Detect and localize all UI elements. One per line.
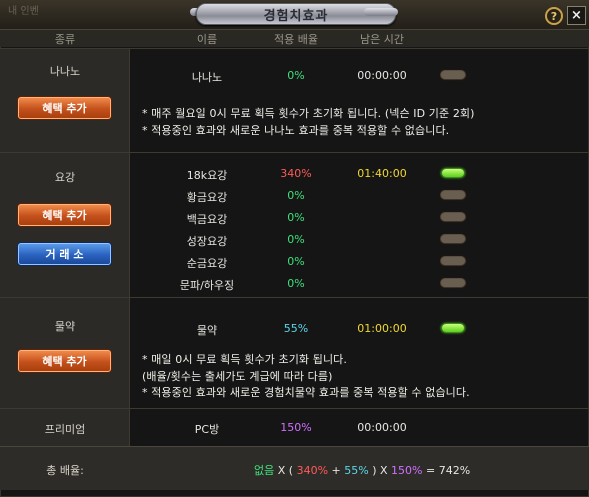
yogang-toggle-growth[interactable]	[439, 233, 467, 245]
close-button[interactable]: ×	[567, 6, 586, 25]
premium-item-time: 00:00:00	[357, 421, 407, 434]
yogang-item-name: 황금요강	[186, 191, 228, 204]
header-time: 남은 시간	[360, 33, 404, 46]
total-op-x2: ) X	[368, 464, 392, 477]
yogang-item-name: 18k요강	[186, 169, 228, 182]
potion-item-time: 01:00:00	[357, 322, 407, 335]
yogang-item-rate: 0%	[287, 211, 305, 224]
total-none: 없음	[254, 464, 275, 477]
total-formula: 없음 X ( 340% + 55% ) X 150% = 742%	[254, 462, 470, 478]
header-rate: 적용 배율	[274, 33, 318, 46]
title-ornament-right	[364, 8, 398, 16]
yogang-toggle-gold[interactable]	[439, 189, 467, 201]
total-result: = 742%	[422, 464, 471, 477]
total-premium-rate: 150%	[391, 464, 423, 477]
section-label-yogang: 요강	[54, 171, 76, 184]
yogang-toggle-housing[interactable]	[439, 277, 467, 289]
section-label-nanano: 나나노	[49, 65, 81, 78]
yogang-item-name: 순금요강	[186, 257, 228, 270]
yogang-item-rate: 0%	[287, 189, 305, 202]
help-button[interactable]: ?	[545, 7, 563, 25]
yogang-toggle-puregold[interactable]	[439, 255, 467, 267]
nanano-add-button[interactable]: 혜택 추가	[18, 97, 111, 119]
section-nanano: 나나노 혜택 추가 나나노 0% 00:00:00 * 매주 월요일 0시 무료…	[0, 48, 589, 152]
total-yogang-rate: 340%	[296, 464, 329, 477]
premium-item-rate: 150%	[280, 421, 312, 434]
potion-add-button[interactable]: 혜택 추가	[18, 350, 111, 372]
potion-item-rate: 55%	[283, 322, 309, 335]
section-premium: 프리미엄 PC방 150% 00:00:00	[0, 408, 589, 446]
window-title: 경험치효과	[263, 8, 329, 24]
total-potion-rate: 55%	[344, 464, 369, 477]
premium-item-name: PC방	[194, 423, 220, 436]
yogang-toggle-platinum[interactable]	[439, 211, 467, 223]
potion-item-name: 물약	[196, 324, 218, 337]
yogang-item-name: 문파/하우징	[179, 279, 235, 292]
nanano-toggle[interactable]	[439, 69, 467, 81]
yogang-item-time: 01:40:00	[357, 167, 407, 180]
yogang-item-rate: 0%	[287, 233, 305, 246]
potion-note-2: (배율/횟수는 출세가도 계급에 따라 다름)	[142, 370, 333, 383]
nanano-item-time: 00:00:00	[357, 69, 407, 82]
yogang-item-name: 성장요강	[186, 235, 228, 248]
yogang-item-rate: 0%	[287, 255, 305, 268]
nanano-note-2: * 적용중인 효과와 새로운 나나노 효과를 중복 적용할 수 없습니다.	[142, 124, 450, 137]
potion-toggle[interactable]	[439, 322, 467, 334]
nanano-item-rate: 0%	[287, 69, 305, 82]
nanano-note-1: * 매주 월요일 0시 무료 획득 횟수가 초기화 됩니다. (넥슨 ID 기준…	[142, 107, 475, 120]
section-label-premium: 프리미엄	[44, 423, 86, 436]
column-header: 종류 이름 적용 배율 남은 시간	[0, 30, 589, 47]
total-op-plus: +	[328, 464, 345, 477]
total-rate-bar: 총 배율: 없음 X ( 340% + 55% ) X 150% = 742%	[0, 446, 589, 490]
nanano-item-name: 나나노	[191, 71, 223, 84]
total-label: 총 배율:	[46, 464, 84, 477]
header-category: 종류	[54, 33, 76, 46]
yogang-item-rate: 0%	[287, 277, 305, 290]
yogang-item-name: 백금요강	[186, 213, 228, 226]
section-yogang: 요강 혜택 추가 거 래 소 18k요강 340% 01:40:00 황금요강 …	[0, 152, 589, 297]
header-name: 이름	[196, 33, 218, 46]
section-potion: 물약 혜택 추가 물약 55% 01:00:00 * 매일 0시 무료 획득 횟…	[0, 297, 589, 408]
help-icon: ?	[550, 9, 558, 23]
exchange-button[interactable]: 거 래 소	[18, 243, 111, 265]
total-op-x1: X (	[274, 464, 297, 477]
close-icon: ×	[571, 8, 582, 23]
yogang-add-button[interactable]: 혜택 추가	[18, 204, 111, 226]
section-label-potion: 물약	[54, 320, 76, 333]
yogang-item-rate: 340%	[280, 167, 312, 180]
potion-note-1: * 매일 0시 무료 획득 횟수가 초기화 됩니다.	[142, 353, 347, 366]
background-text: 내 인벤	[8, 6, 39, 17]
potion-note-3: * 적용중인 효과와 새로운 경험치물약 효과를 중복 적용할 수 없습니다.	[142, 386, 470, 399]
yogang-toggle-18k[interactable]	[439, 167, 467, 179]
